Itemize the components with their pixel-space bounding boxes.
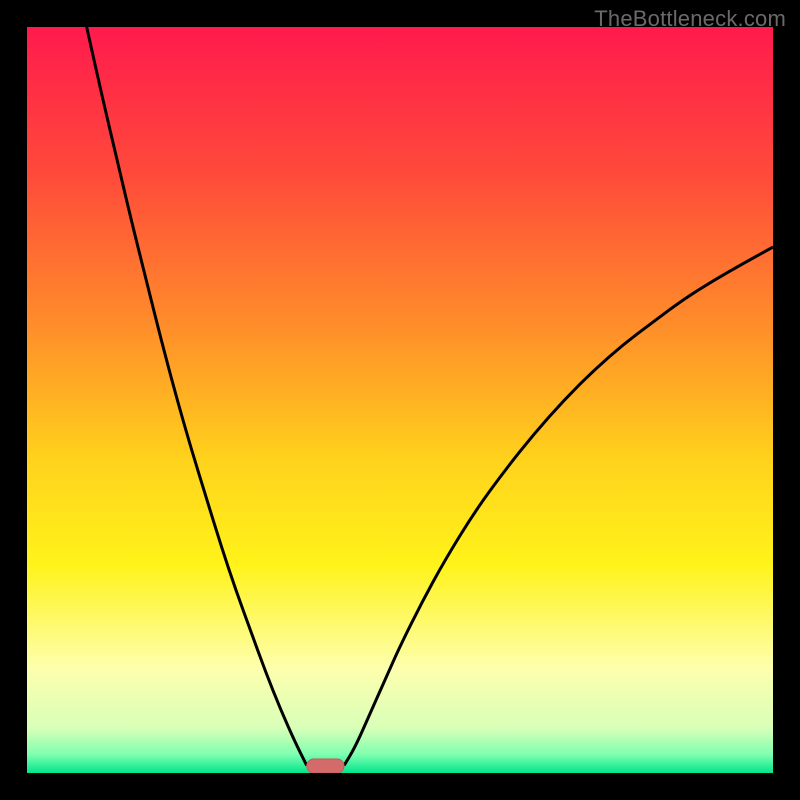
watermark-text: TheBottleneck.com [594,6,786,32]
bottleneck-marker [307,759,344,773]
plot-svg [27,27,773,773]
gradient-background [27,27,773,773]
plot-area [27,27,773,773]
chart-frame: TheBottleneck.com [0,0,800,800]
